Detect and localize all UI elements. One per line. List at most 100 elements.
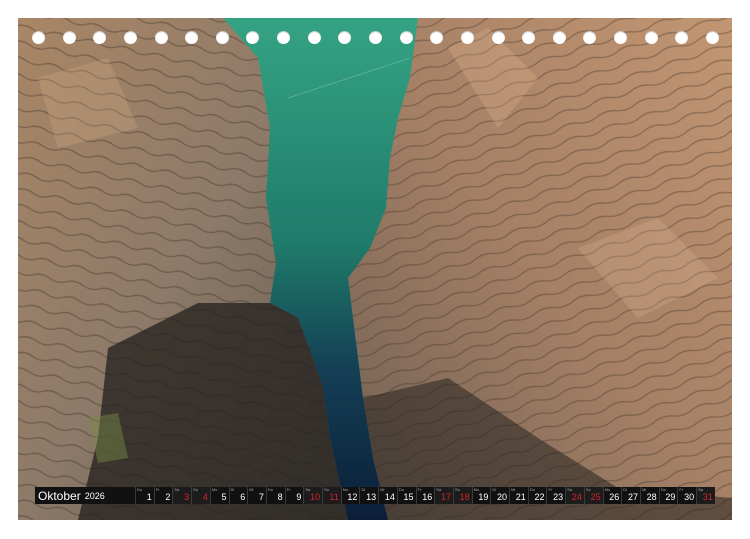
day-number: 18 (459, 492, 470, 502)
day-cells: Do 1 Fr 2 Sa 3 So 4 Mo 5 Di 6 Mi 7 Do 8 Fr 9 Sa 10 So 11 Mo 12 D… (135, 487, 715, 504)
day-cell: Fr 30 (677, 487, 696, 504)
weekday-abbrev: Fr (155, 487, 160, 492)
binding-hole (522, 31, 536, 44)
binding-hole (706, 31, 719, 44)
day-number: 16 (422, 492, 433, 502)
binding-hole (307, 31, 321, 44)
weekday-abbrev: Do (267, 487, 274, 492)
day-cell: Di 20 (490, 487, 509, 504)
day-cell: Sa 10 (303, 487, 323, 504)
day-cell: Di 13 (359, 487, 378, 504)
day-number: 11 (329, 492, 339, 502)
day-cell: Mo 19 (471, 487, 491, 504)
day-cell: Fr 16 (415, 487, 435, 504)
weekday-abbrev: So (193, 487, 199, 492)
binding-hole (185, 31, 199, 44)
day-number: 5 (221, 492, 227, 502)
day-cell: Fr 2 (153, 487, 173, 504)
binding-hole (62, 31, 76, 44)
calendar-strip: Oktober 2026 Do 1 Fr 2 Sa 3 So 4 Mo 5 Di 6 Mi 7 Do 8 Fr 9… (35, 487, 715, 504)
day-cell: Do 8 (265, 487, 285, 504)
day-cell: Di 6 (228, 487, 248, 504)
weekday-abbrev: Fr (286, 487, 291, 492)
month-name: Oktober (38, 488, 81, 503)
day-cell: Di 27 (621, 487, 640, 504)
day-number: 14 (384, 492, 395, 502)
day-cell: So 25 (583, 487, 603, 504)
binding-hole (614, 31, 628, 44)
day-cell: Mi 28 (639, 487, 659, 504)
weekday-abbrev: Sa (174, 487, 180, 492)
day-number: 8 (277, 492, 283, 502)
day-cell: Fr 9 (284, 487, 304, 504)
day-cell: Mo 12 (340, 487, 360, 504)
day-number: 2 (165, 492, 171, 502)
weekday-abbrev: Di (623, 487, 628, 492)
binding-hole (491, 31, 505, 44)
day-number: 13 (366, 492, 377, 502)
day-number: 21 (515, 492, 526, 502)
day-number: 27 (627, 492, 638, 502)
binding-hole (154, 31, 168, 44)
weekday-abbrev: Di (492, 487, 497, 492)
day-number: 9 (296, 492, 302, 502)
canyon-photo (18, 18, 732, 520)
binding-hole (430, 31, 444, 44)
day-number: 4 (202, 492, 208, 502)
day-number: 1 (146, 492, 152, 502)
calendar-page: Oktober 2026 Do 1 Fr 2 Sa 3 So 4 Mo 5 Di 6 Mi 7 Do 8 Fr 9… (18, 18, 732, 520)
day-number: 31 (702, 492, 713, 502)
day-number: 22 (534, 492, 545, 502)
binding-hole (460, 31, 474, 44)
year-label: 2026 (84, 490, 105, 501)
day-cell: Mi 21 (509, 487, 528, 504)
binding-hole (369, 31, 382, 44)
binding-hole (552, 31, 566, 44)
binding-hole (246, 31, 260, 44)
day-cell: Sa 3 (172, 487, 192, 504)
binding-hole (675, 31, 689, 44)
day-number: 3 (184, 492, 190, 502)
weekday-abbrev: Mo (211, 487, 218, 492)
binding-hole (399, 31, 413, 44)
day-number: 29 (665, 492, 676, 502)
day-cell: Do 22 (527, 487, 547, 504)
day-cell: Fr 23 (546, 487, 565, 504)
binding-hole (215, 31, 229, 44)
day-cell: Mo 5 (209, 487, 229, 504)
weekday-abbrev: Fr (417, 487, 422, 492)
day-cell: So 11 (322, 487, 341, 504)
binding-hole (123, 31, 137, 44)
day-cell: So 18 (452, 487, 472, 504)
day-cell: Sa 31 (696, 487, 715, 504)
day-cell: Mi 14 (378, 487, 397, 504)
weekday-abbrev: Mi (380, 487, 385, 492)
weekday-abbrev: Di (230, 487, 235, 492)
day-number: 28 (646, 492, 657, 502)
binding-hole (583, 31, 597, 44)
weekday-abbrev: Fr (548, 487, 553, 492)
month-label: Oktober 2026 (35, 487, 135, 504)
day-number: 7 (258, 492, 264, 502)
day-number: 17 (440, 492, 451, 502)
day-cell: Mi 7 (247, 487, 266, 504)
day-number: 23 (553, 492, 564, 502)
weekday-abbrev: Mi (511, 487, 516, 492)
binding-hole (32, 31, 45, 44)
day-cell: So 4 (191, 487, 210, 504)
binding-hole (93, 31, 107, 44)
binding-hole (644, 31, 658, 44)
binding-hole (277, 31, 291, 44)
weekday-abbrev: Mi (249, 487, 254, 492)
weekday-abbrev: Di (361, 487, 366, 492)
day-cell: Do 15 (396, 487, 416, 504)
day-number: 25 (590, 492, 601, 502)
day-number: 15 (403, 492, 414, 502)
day-number: 20 (497, 492, 508, 502)
day-number: 30 (684, 492, 695, 502)
day-cell: Mo 26 (602, 487, 622, 504)
weekday-abbrev: So (324, 487, 329, 492)
weekday-abbrev: Mi (641, 487, 647, 492)
weekday-abbrev: Fr (679, 487, 684, 492)
day-cell: Sa 17 (434, 487, 453, 504)
